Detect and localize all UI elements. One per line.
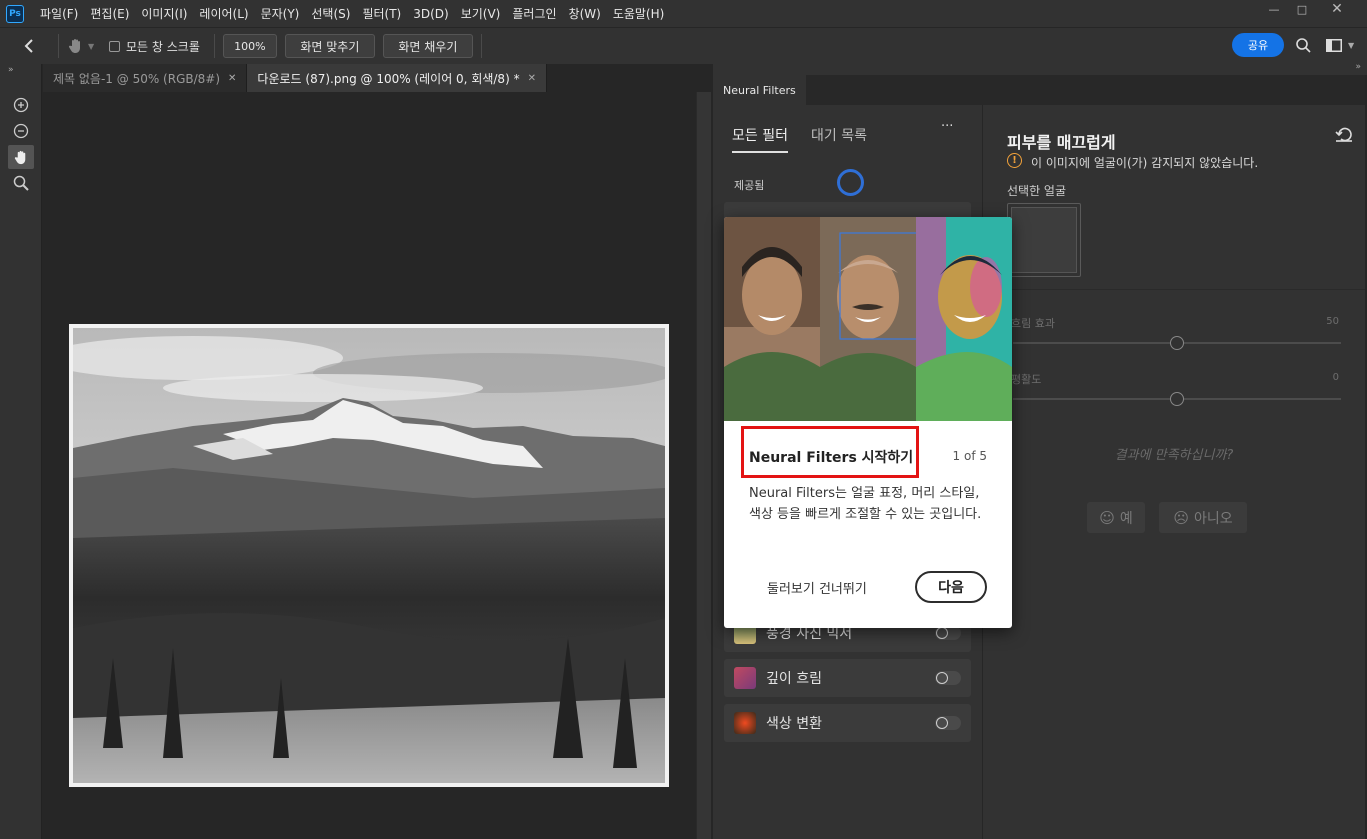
divider	[983, 289, 1365, 290]
section-featured: 제공됨	[734, 179, 765, 192]
getting-started-popup: Neural Filters 시작하기 1 of 5 Neural Filter…	[724, 217, 1012, 628]
warning-icon: !	[1007, 153, 1022, 168]
maximize-icon[interactable]: □	[1288, 0, 1316, 18]
share-button[interactable]: 공유	[1232, 33, 1284, 57]
slider-knob[interactable]	[1170, 336, 1184, 350]
doc-tab-label: 다운로드 (87).png @ 100% (레이어 0, 회색/8) *	[257, 71, 520, 86]
back-arrow-icon[interactable]	[0, 39, 58, 53]
smile-icon: ☺	[1099, 508, 1115, 527]
menu-help[interactable]: 도움말(H)	[607, 5, 671, 22]
toggle-switch[interactable]	[935, 671, 961, 685]
feedback-yes-button[interactable]: ☺ 예	[1087, 502, 1145, 533]
neural-filters-tabbar: Neural Filters	[713, 75, 1365, 105]
tools-panel: »	[0, 64, 42, 839]
toggle-switch[interactable]	[935, 716, 961, 730]
color-transfer-thumb-icon	[734, 712, 756, 734]
scroll-all-label: 모든 창 스크롤	[126, 39, 200, 54]
minimize-icon[interactable]: —	[1260, 0, 1288, 18]
face-photo-2	[820, 217, 916, 421]
filter-label: 깊이 흐림	[766, 671, 822, 687]
magnifier-icon[interactable]	[8, 171, 34, 195]
doc-tab-untitled[interactable]: 제목 없음-1 @ 50% (RGB/8#) ✕	[43, 64, 248, 92]
blur-value: 50	[1326, 316, 1339, 327]
panel-dock-top: »	[713, 62, 1367, 75]
hand-tool-icon[interactable]	[8, 145, 34, 169]
reset-icon[interactable]	[1335, 127, 1353, 147]
collapse-icon[interactable]: »	[8, 65, 14, 75]
menu-type[interactable]: 문자(Y)	[255, 5, 306, 22]
menu-edit[interactable]: 편집(E)	[84, 5, 135, 22]
fill-screen-button[interactable]: 화면 채우기	[382, 34, 473, 58]
feedback-yes-label: 예	[1119, 510, 1133, 527]
more-options-icon[interactable]: ···	[941, 119, 953, 134]
menu-bar: Ps 파일(F) 편집(E) 이미지(I) 레이어(L) 문자(Y) 선택(S)…	[0, 0, 1367, 27]
menu-layer[interactable]: 레이어(L)	[193, 5, 254, 22]
fit-screen-button[interactable]: 화면 맞추기	[284, 34, 375, 58]
filter-color-transfer[interactable]: 색상 변환	[724, 704, 971, 742]
document-canvas[interactable]	[43, 92, 696, 839]
scroll-all-windows-checkbox[interactable]: 모든 창 스크롤	[109, 38, 200, 55]
close-window-icon[interactable]: ✕	[1322, 0, 1352, 18]
popup-body: Neural Filters는 얼굴 표정, 머리 스타일, 색상 등을 빠르게…	[749, 486, 982, 522]
neural-filters-tab[interactable]: Neural Filters	[713, 75, 806, 105]
divider	[58, 34, 59, 58]
canvas-scrollbar[interactable]	[696, 92, 711, 839]
filter-depth-blur[interactable]: 깊이 흐림	[724, 659, 971, 697]
loading-spinner-icon	[837, 169, 864, 196]
zoom-field[interactable]: 100%	[222, 34, 277, 58]
filter-title: 피부를 매끄럽게	[1007, 133, 1116, 152]
feedback-no-button[interactable]: ☹ 아니오	[1159, 502, 1247, 533]
filter-label: 색상 변환	[766, 716, 822, 732]
next-button[interactable]: 다음	[915, 571, 987, 603]
doc-tab-download[interactable]: 다운로드 (87).png @ 100% (레이어 0, 회색/8) * ✕	[247, 64, 547, 92]
document-tabs: 제목 없음-1 @ 50% (RGB/8#) ✕ 다운로드 (87).png @…	[43, 64, 711, 92]
divider	[480, 34, 482, 58]
smoothness-slider[interactable]	[1013, 392, 1341, 406]
frown-icon: ☹	[1173, 508, 1189, 527]
menu-file[interactable]: 파일(F)	[34, 5, 84, 22]
collapse-icon[interactable]: »	[1355, 62, 1361, 72]
divider	[213, 34, 215, 58]
menu-select[interactable]: 선택(S)	[305, 5, 356, 22]
slider-knob[interactable]	[1170, 392, 1184, 406]
blur-slider[interactable]	[1013, 336, 1341, 350]
menu-view[interactable]: 보기(V)	[455, 5, 507, 22]
zoom-out-icon[interactable]	[8, 119, 34, 143]
popup-title: Neural Filters 시작하기	[749, 450, 914, 466]
search-icon[interactable]	[1296, 38, 1311, 57]
selected-face-box[interactable]	[1007, 203, 1081, 277]
tab-waitlist[interactable]: 대기 목록	[811, 125, 867, 145]
feedback-question: 결과에 만족하십니까?	[1114, 448, 1234, 463]
filter-settings-pane: 피부를 매끄럽게 ! 이 이미지에 얼굴이(가) 감지되지 않았습니다. 선택한…	[983, 105, 1365, 839]
close-icon[interactable]: ✕	[528, 73, 536, 84]
options-bar: ▼ 모든 창 스크롤 100% 화면 맞추기 화면 채우기	[0, 27, 1367, 64]
menu-image[interactable]: 이미지(I)	[135, 5, 193, 22]
blur-label: 흐림 효과	[1011, 317, 1055, 330]
depth-blur-thumb-icon	[734, 667, 756, 689]
menu-plugins[interactable]: 플러그인	[506, 5, 562, 22]
close-icon[interactable]: ✕	[228, 73, 236, 84]
face-warning-text: 이 이미지에 얼굴이(가) 감지되지 않았습니다.	[1031, 156, 1259, 170]
photoshop-logo: Ps	[6, 4, 24, 23]
tab-all-filters[interactable]: 모든 필터	[732, 125, 788, 153]
face-photo-3	[916, 217, 1012, 421]
face-photo-1	[724, 217, 820, 421]
smoothness-value: 0	[1332, 372, 1339, 383]
menu-filter[interactable]: 필터(T)	[356, 5, 407, 22]
selected-face-label: 선택한 얼굴	[1007, 184, 1067, 198]
workspace-icon[interactable]: ▼	[1326, 39, 1354, 52]
landscape-photo	[69, 324, 669, 787]
smoothness-label: 평활도	[1011, 373, 1042, 386]
feedback-no-label: 아니오	[1194, 510, 1233, 527]
menu-window[interactable]: 창(W)	[563, 5, 607, 22]
hand-tool-preset-icon[interactable]: ▼	[67, 37, 107, 55]
popup-counter: 1 of 5	[952, 449, 987, 463]
zoom-in-icon[interactable]	[8, 93, 34, 117]
doc-tab-label: 제목 없음-1 @ 50% (RGB/8#)	[53, 71, 221, 86]
menu-3d[interactable]: 3D(D)	[407, 7, 454, 21]
toggle-switch[interactable]	[935, 626, 961, 640]
skip-tour-link[interactable]: 둘러보기 건너뛰기	[767, 578, 867, 597]
